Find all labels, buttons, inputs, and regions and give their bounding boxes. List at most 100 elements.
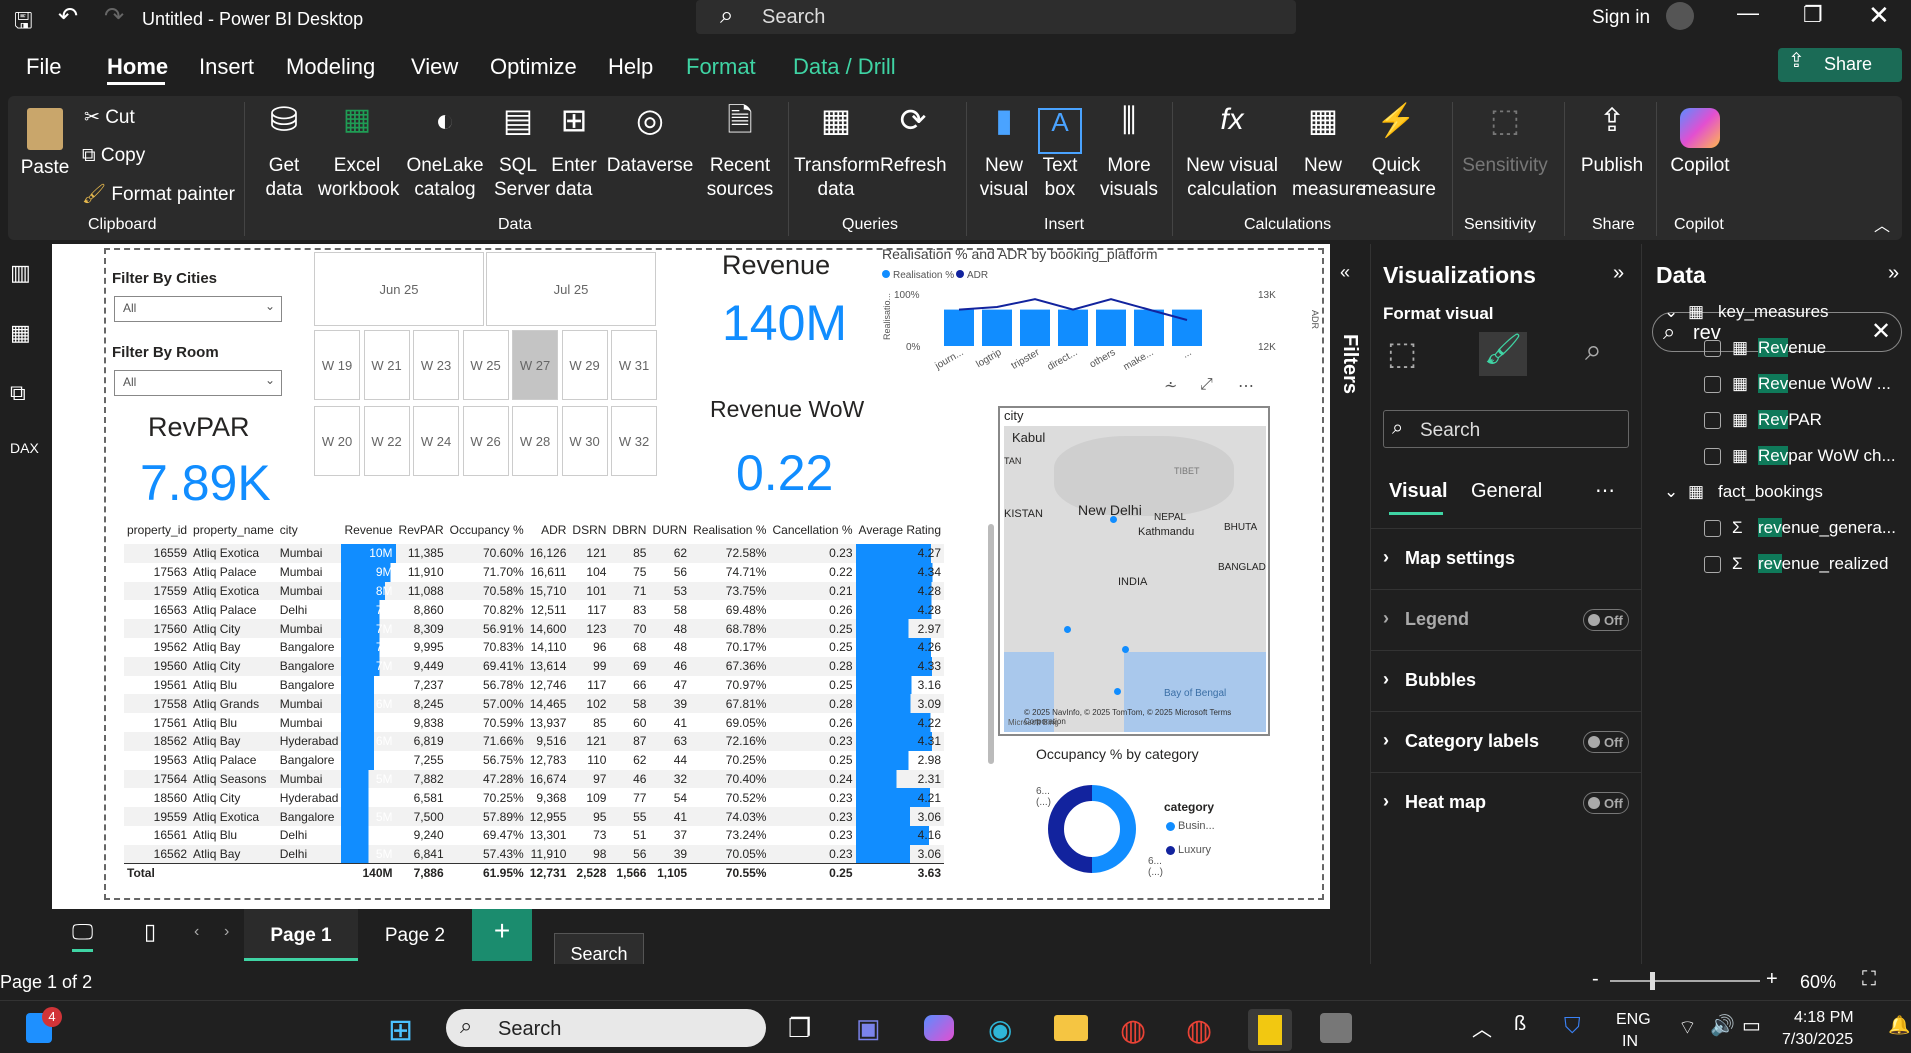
more-options-icon[interactable]: ⋯ (1238, 376, 1254, 396)
combo-bar[interactable] (1096, 309, 1126, 346)
week-button[interactable]: W 32 (611, 406, 657, 476)
refresh-button[interactable]: ⟳ Refresh (880, 104, 947, 178)
table-view-icon[interactable]: ▦ (10, 320, 31, 346)
quick-measure-button[interactable]: ⚡ Quick measure (1362, 104, 1436, 202)
column-header[interactable]: city (277, 516, 342, 544)
week-button[interactable]: W 24 (413, 406, 459, 476)
column-header[interactable]: Revenue (341, 516, 395, 544)
security-icon[interactable]: ⛉ (1564, 1013, 1581, 1039)
month-jul[interactable]: Jul 25 (486, 252, 656, 326)
table-row[interactable]: 16561 Atliq Blu Delhi 5M 9,240 69.47% 13,301 73… (124, 825, 945, 845)
avatar[interactable] (1666, 2, 1694, 30)
field-name[interactable]: Revenue (1758, 338, 1826, 358)
column-header[interactable]: Occupancy % (447, 516, 527, 544)
donut-slice[interactable] (1091, 785, 1136, 873)
week-button[interactable]: W 20 (314, 406, 360, 476)
field-name[interactable]: Revpar WoW ch... (1758, 446, 1896, 466)
field-name[interactable]: revenue_realized (1758, 554, 1888, 574)
filters-pane[interactable]: « Filters (1330, 244, 1370, 909)
field-checkbox[interactable] (1704, 340, 1721, 357)
table-name[interactable]: fact_bookings (1718, 482, 1823, 502)
table-row[interactable]: 17560 Atliq City Mumbai 7M 8,309 56.91% 14,600… (124, 619, 945, 638)
room-dropdown[interactable]: All ⌄ (114, 370, 282, 396)
map-bubble[interactable] (1064, 626, 1071, 633)
column-header[interactable]: Average Rating (856, 516, 945, 544)
more-options-icon[interactable]: ⋯ (1595, 478, 1615, 503)
tab-page-2[interactable]: Page 2 (360, 909, 470, 961)
table-row[interactable]: 18560 Atliq City Hyderabad 5M 6,581 70.25% 9,3… (124, 788, 945, 808)
week-button[interactable]: W 23 (413, 330, 459, 400)
table-row[interactable]: 19560 Atliq City Bangalore 7M 9,449 69.41% 13,… (124, 656, 945, 676)
table-scrollbar[interactable] (988, 524, 994, 764)
onelake-button[interactable]: ◐ OneLake catalog (406, 104, 484, 202)
week-button[interactable]: W 25 (462, 330, 509, 400)
tab-visual[interactable]: Visual (1389, 480, 1448, 503)
week-button[interactable]: W 22 (363, 406, 410, 476)
combo-bar[interactable] (944, 309, 974, 346)
cut-button[interactable]: ✂ Cut (84, 106, 135, 130)
paste-button[interactable]: Paste (16, 108, 74, 180)
show-hidden-icon[interactable]: ︿ (1472, 1013, 1492, 1042)
section-toggle[interactable]: Off (1583, 731, 1629, 753)
notifications-icon[interactable]: 🔔 (1888, 1015, 1910, 1036)
column-header[interactable]: DURN (649, 516, 690, 544)
new-visual-button[interactable]: ▮ New visual (974, 104, 1034, 202)
recent-sources-button[interactable]: 🗎 Recent sources (702, 104, 778, 202)
week-button[interactable]: W 28 (512, 406, 558, 476)
excel-button[interactable]: ▦ Excel workbook (318, 105, 399, 202)
column-header[interactable]: DBRN (609, 516, 649, 544)
collapse-icon[interactable]: » (1613, 262, 1624, 285)
menu-help[interactable]: Help (608, 54, 653, 80)
column-header[interactable]: DSRN (569, 516, 609, 544)
format-section[interactable]: › Heat map Off (1371, 772, 1641, 832)
table-row[interactable]: 19562 Atliq Bay Bangalore 7M 9,995 70.83% 14,1… (124, 637, 945, 657)
week-button[interactable]: W 19 (314, 330, 360, 400)
filter-icon[interactable]: ⩪ (1164, 376, 1177, 396)
table-row[interactable]: 16559 Atliq Exotica Mumbai 10M 11,385 70.60% 1… (124, 544, 945, 563)
combo-bar[interactable] (1134, 309, 1164, 346)
chevron-down-icon[interactable]: ⌄ (1664, 482, 1678, 502)
table-row[interactable]: 16563 Atliq Palace Delhi 7M 8,860 70.82% 12,51… (124, 600, 945, 620)
table-row[interactable]: 19563 Atliq Palace Bangalore 6M 7,255 56.75% 1… (124, 750, 945, 770)
table-row[interactable]: 17558 Atliq Grands Mumbai 6M 8,245 57.00% 14,4… (124, 694, 945, 714)
menu-modeling[interactable]: Modeling (286, 54, 375, 80)
menu-optimize[interactable]: Optimize (490, 54, 577, 80)
map-bubble[interactable] (1122, 646, 1129, 653)
section-toggle[interactable]: Off (1583, 792, 1629, 814)
chrome-icon[interactable]: ◍ (1120, 1013, 1146, 1048)
week-button[interactable]: W 21 (363, 330, 410, 400)
share-button[interactable]: ⇪ Share (1778, 48, 1902, 82)
volume-icon[interactable]: 🔊 (1710, 1013, 1735, 1038)
close-icon[interactable]: ✕ (1868, 0, 1890, 31)
combo-bar[interactable] (982, 309, 1012, 346)
zoom-slider[interactable] (1610, 980, 1760, 982)
wifi-icon[interactable]: ⌔ (1678, 1015, 1697, 1040)
sign-in-link[interactable]: Sign in (1592, 7, 1650, 29)
collapse-ribbon-icon[interactable]: ︿ (1874, 212, 1890, 236)
table-row[interactable]: 18562 Atliq Bay Hyderabad 6M 6,819 71.66% 9,51… (124, 731, 945, 751)
table-name[interactable]: key_measures (1718, 302, 1829, 322)
field-checkbox[interactable] (1704, 556, 1721, 573)
language-label[interactable]: ENG (1616, 1011, 1651, 1029)
field-checkbox[interactable] (1704, 520, 1721, 537)
week-button[interactable]: W 29 (561, 330, 608, 400)
map-visual[interactable]: city Kabul TAN KISTAN New Delhi NEPAL Ka… (998, 406, 1270, 736)
restore-icon[interactable]: ❐ (1803, 2, 1823, 28)
expand-icon[interactable]: « (1340, 262, 1350, 283)
clock-time[interactable]: 4:18 PM (1794, 1009, 1854, 1027)
copilot-app-icon[interactable] (924, 1015, 954, 1041)
column-header[interactable]: Realisation % (690, 516, 769, 544)
field-name[interactable]: revenue_genera... (1758, 518, 1896, 538)
format-brush-icon[interactable]: 🖌 (1479, 332, 1527, 376)
redo-icon[interactable]: ↷ (104, 2, 124, 31)
column-header[interactable]: RevPAR (396, 516, 447, 544)
column-header[interactable]: property_name (190, 516, 277, 544)
dataverse-button[interactable]: ◎ Dataverse (602, 104, 698, 178)
month-jun[interactable]: Jun 25 (314, 252, 484, 326)
field-name[interactable]: Revenue WoW ... (1758, 374, 1891, 394)
enter-data-button[interactable]: ⊞ Enter data (550, 104, 598, 202)
format-section[interactable]: › Legend Off (1371, 589, 1641, 649)
task-view-icon[interactable]: ❐ (788, 1013, 811, 1044)
menu-home[interactable]: Home (107, 54, 168, 80)
column-header[interactable]: ADR (527, 516, 570, 544)
